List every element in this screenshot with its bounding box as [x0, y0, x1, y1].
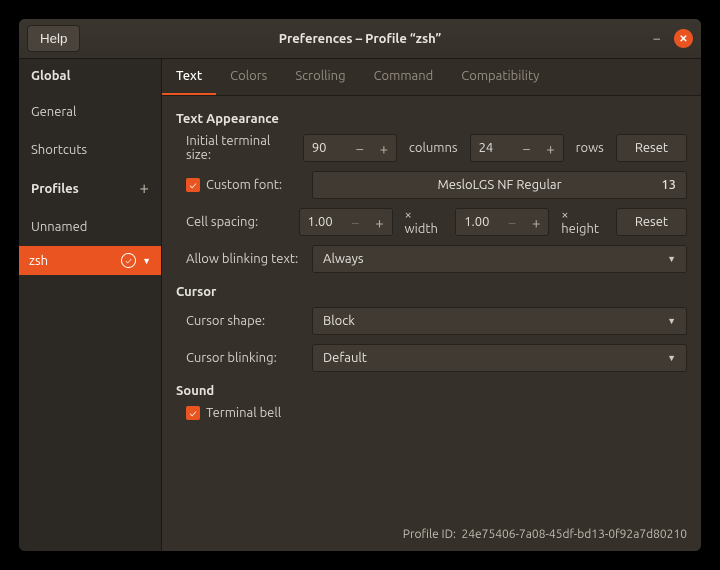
- content: Text Colors Scrolling Command Compatibil…: [162, 59, 701, 551]
- unit-height: × height: [557, 208, 608, 236]
- inc-icon[interactable]: +: [524, 214, 548, 231]
- sidebar-item-label: zsh: [29, 254, 48, 268]
- rows-spinner[interactable]: 24 − +: [470, 134, 564, 162]
- unit-columns: columns: [405, 141, 462, 155]
- section-text-appearance: Text Appearance: [176, 112, 687, 126]
- tab-colors[interactable]: Colors: [216, 59, 281, 95]
- minimize-icon[interactable]: –: [654, 32, 661, 46]
- font-chooser-button[interactable]: MesloLGS NF Regular 13: [312, 171, 687, 199]
- dec-icon[interactable]: −: [500, 214, 524, 231]
- chevron-down-icon: ▼: [667, 353, 676, 363]
- titlebar: Help Preferences – Profile “zsh” – ✕: [19, 19, 701, 59]
- terminal-bell-checkbox[interactable]: ✓: [186, 406, 200, 420]
- inc-icon[interactable]: +: [539, 140, 563, 157]
- window-title: Preferences – Profile “zsh”: [19, 32, 701, 46]
- unit-rows: rows: [572, 141, 608, 155]
- tab-compatibility[interactable]: Compatibility: [447, 59, 553, 95]
- inc-icon[interactable]: +: [372, 140, 396, 157]
- label-custom-font: Custom font:: [206, 178, 282, 192]
- section-cursor: Cursor: [176, 285, 687, 299]
- preferences-window: Help Preferences – Profile “zsh” – ✕ Glo…: [18, 18, 702, 552]
- close-icon[interactable]: ✕: [674, 29, 693, 48]
- profile-menu-icon[interactable]: ▼: [142, 256, 151, 266]
- sidebar-item-unnamed[interactable]: Unnamed: [19, 208, 161, 246]
- cell-height-spinner[interactable]: 1.00 − +: [455, 208, 549, 236]
- reset-size-button[interactable]: Reset: [616, 134, 687, 162]
- inc-icon[interactable]: +: [368, 214, 392, 231]
- blinking-select[interactable]: Always ▼: [312, 245, 687, 273]
- dec-icon[interactable]: −: [344, 214, 368, 231]
- columns-spinner[interactable]: 90 − +: [303, 134, 397, 162]
- label-terminal-bell: Terminal bell: [206, 406, 281, 420]
- sidebar-header-profiles: Profiles +: [19, 169, 161, 208]
- tab-text[interactable]: Text: [162, 59, 216, 95]
- label-cursor-shape: Cursor shape:: [176, 314, 304, 328]
- unit-width: × width: [401, 208, 448, 236]
- section-sound: Sound: [176, 384, 687, 398]
- add-profile-icon[interactable]: +: [139, 179, 149, 198]
- cell-width-spinner[interactable]: 1.00 − +: [299, 208, 393, 236]
- dec-icon[interactable]: −: [515, 140, 539, 157]
- cursor-shape-select[interactable]: Block ▼: [312, 307, 687, 335]
- sidebar: Global General Shortcuts Profiles + Unna…: [19, 59, 162, 551]
- dec-icon[interactable]: −: [348, 140, 372, 157]
- tab-command[interactable]: Command: [360, 59, 448, 95]
- profile-id-value: 24e75406-7a08-45df-bd13-0f92a7d80210: [462, 528, 687, 541]
- label-cursor-blinking: Cursor blinking:: [176, 351, 304, 365]
- label-blinking: Allow blinking text:: [176, 252, 304, 266]
- chevron-down-icon: ▼: [667, 316, 676, 326]
- sidebar-item-general[interactable]: General: [19, 93, 161, 131]
- tabs: Text Colors Scrolling Command Compatibil…: [162, 59, 701, 96]
- footer: Profile ID: 24e75406-7a08-45df-bd13-0f92…: [162, 520, 701, 551]
- chevron-down-icon: ▼: [667, 254, 676, 264]
- reset-spacing-button[interactable]: Reset: [616, 208, 687, 236]
- sidebar-item-zsh[interactable]: zsh ✓ ▼: [19, 246, 161, 275]
- tab-scrolling[interactable]: Scrolling: [281, 59, 359, 95]
- cursor-blinking-select[interactable]: Default ▼: [312, 344, 687, 372]
- custom-font-checkbox[interactable]: ✓: [186, 178, 200, 192]
- default-profile-icon[interactable]: ✓: [121, 253, 136, 268]
- label-initial-size: Initial terminal size:: [176, 134, 295, 162]
- label-cell-spacing: Cell spacing:: [176, 215, 291, 229]
- help-button[interactable]: Help: [27, 25, 80, 52]
- sidebar-header-global: Global: [19, 59, 161, 93]
- sidebar-item-shortcuts[interactable]: Shortcuts: [19, 131, 161, 169]
